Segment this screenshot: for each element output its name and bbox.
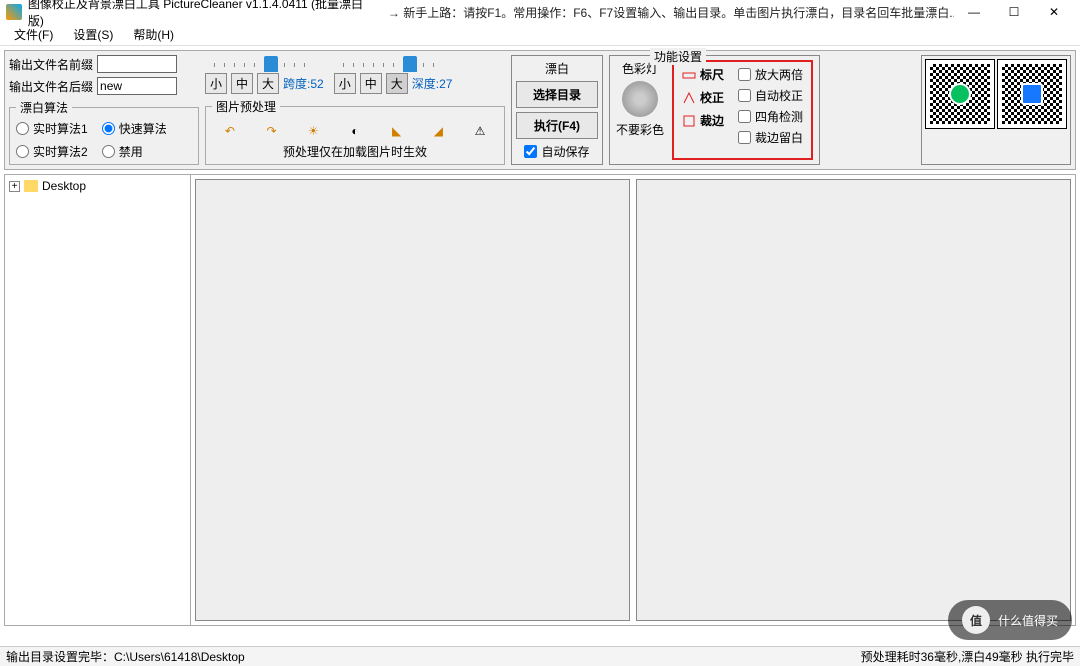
preproc-note: 预处理仅在加载图片时生效 [212,143,498,160]
crop-icon [682,114,696,128]
execute-button[interactable]: 执行(F4) [516,112,598,139]
qr-section [921,55,1071,165]
span-value-label: 跨度:52 [283,75,324,92]
status-right: 预处理耗时36毫秒,漂白49毫秒 执行完毕 [861,648,1074,665]
rotate-right-icon[interactable]: ↷ [264,123,280,139]
nocolor-label: 不要彩色 [616,121,664,138]
bleach-legend: 漂白 [545,60,569,77]
prefix-input[interactable] [97,55,177,73]
correct-button[interactable]: 校正 [700,89,724,106]
brightness-icon[interactable]: ☀ [305,123,321,139]
contrast-icon[interactable]: ◐ [347,123,363,139]
preproc-legend: 图片预处理 [212,98,280,115]
radio-disable[interactable] [102,145,115,158]
maximize-button[interactable]: ☐ [994,0,1034,24]
alipay-qr-icon[interactable] [998,60,1066,128]
watermark: 值 什么值得买 [948,600,1072,640]
status-left: 输出目录设置完毕：C:\Users\61418\Desktop [6,648,245,665]
depth-size-medium[interactable]: 中 [360,73,382,94]
title-bar: 图像校正及背景漂白工具 PictureCleaner v1.1.4.0411 (… [0,0,1080,24]
color-indicator[interactable] [622,81,658,117]
toolbar: 输出文件名前缀 输出文件名后缀 漂白算法 实时算法1 实时算法2 快速算法 禁用 [4,50,1076,170]
watermark-icon: 值 [962,606,990,634]
status-bar: 输出目录设置完毕：C:\Users\61418\Desktop 预处理耗时36毫… [0,646,1080,666]
correct-icon [682,91,696,105]
select-dir-button[interactable]: 选择目录 [516,81,598,108]
span-size-medium[interactable]: 中 [231,73,253,94]
radio-realtime2[interactable] [16,145,29,158]
algo-fieldset: 漂白算法 实时算法1 实时算法2 快速算法 禁用 [9,99,199,165]
prefix-label: 输出文件名前缀 [9,56,93,73]
span-size-small[interactable]: 小 [205,73,227,94]
flip-h-icon[interactable]: ◣ [389,123,405,139]
tools-highlight-box: 标尺 校正 裁边 放大两倍 自动校正 四角检测 裁边留白 [672,60,813,160]
close-button[interactable]: ✕ [1034,0,1074,24]
ruler-button[interactable]: 标尺 [700,66,724,83]
depth-value-label: 深度:27 [412,75,453,92]
minimize-button[interactable]: — [954,0,994,24]
feature-legend: 功能设置 [650,48,706,65]
depth-size-small[interactable]: 小 [334,73,356,94]
menu-settings[interactable]: 设置(S) [63,24,123,45]
rotate-left-icon[interactable]: ↶ [222,123,238,139]
span-size-large[interactable]: 大 [257,73,279,94]
algo-legend: 漂白算法 [16,99,72,116]
depth-size-large[interactable]: 大 [386,73,408,94]
ruler-icon [682,68,696,82]
tree-item-desktop[interactable]: + Desktop [9,179,186,193]
crop-button[interactable]: 裁边 [700,112,724,129]
autocorrect-checkbox[interactable] [738,89,751,102]
file-tree[interactable]: + Desktop [5,175,191,625]
radio-realtime1[interactable] [16,122,29,135]
warning-icon[interactable]: ⚠ [472,123,488,139]
watermark-text: 什么值得买 [998,612,1058,629]
folder-icon [24,180,38,192]
suffix-input[interactable] [97,77,177,95]
preview-pane-right[interactable] [636,179,1071,621]
depth-slider[interactable] [343,55,443,73]
span-slider[interactable] [214,55,314,73]
feature-settings-section: 功能设置 色彩灯 不要彩色 标尺 校正 裁边 放大两倍 自动校正 四角检测 裁边… [609,55,820,165]
enlarge-checkbox[interactable] [738,68,751,81]
cropmargin-checkbox[interactable] [738,131,751,144]
preview-pane-left[interactable] [195,179,630,621]
title-hint: → 新手上路：请按F1。常用操作：F6、F7设置输入、输出目录。单击图片执行漂白… [388,4,954,21]
flip-v-icon[interactable]: ◢ [430,123,446,139]
menu-bar: 文件(F) 设置(S) 帮助(H) [0,24,1080,46]
app-icon [6,4,22,20]
suffix-label: 输出文件名后缀 [9,78,93,95]
bleach-section: 漂白 选择目录 执行(F4) 自动保存 [511,55,603,165]
main-area: + Desktop [4,174,1076,626]
tree-expand-icon[interactable]: + [9,181,20,192]
autosave-checkbox[interactable] [524,145,537,158]
menu-file[interactable]: 文件(F) [4,24,63,45]
fourcorner-checkbox[interactable] [738,110,751,123]
tree-item-label: Desktop [42,179,86,193]
preproc-fieldset: 图片预处理 ↶ ↷ ☀ ◐ ◣ ◢ ⚠ 预处理仅在加载图片时生效 [205,98,505,165]
wechat-qr-icon[interactable] [926,60,994,128]
radio-fast[interactable] [102,122,115,135]
menu-help[interactable]: 帮助(H) [123,24,184,45]
